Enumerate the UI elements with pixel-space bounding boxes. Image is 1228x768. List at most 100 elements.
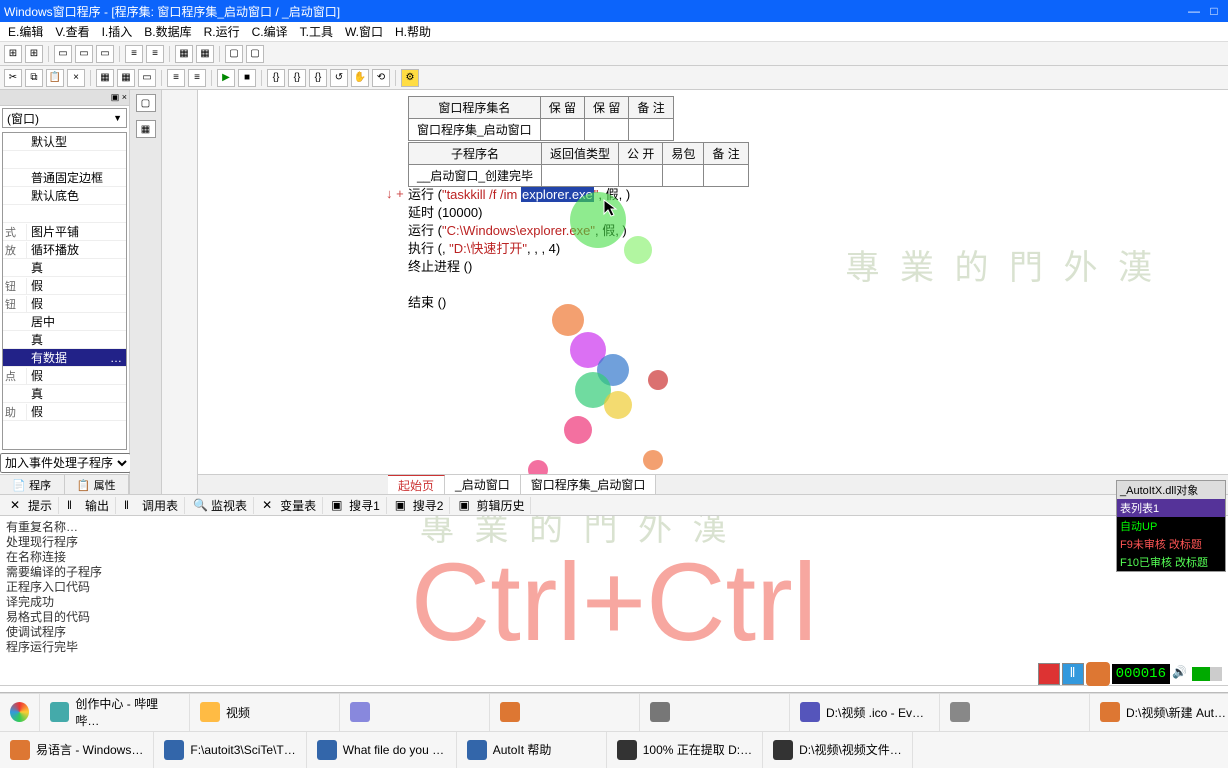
- menu-run[interactable]: R.运行: [200, 23, 244, 40]
- property-row[interactable]: 真: [3, 385, 126, 403]
- td[interactable]: [629, 119, 673, 141]
- taskbar-item[interactable]: What file do you …: [307, 732, 457, 768]
- taskbar-item[interactable]: [940, 694, 1090, 731]
- tab-hint[interactable]: ✕提示: [4, 497, 59, 514]
- taskbar-item[interactable]: 视频: [190, 694, 340, 731]
- tab-startup-window[interactable]: _启动窗口: [445, 475, 521, 494]
- tb2-btn[interactable]: ≡: [167, 69, 185, 87]
- tab-calltable[interactable]: ‖调用表: [118, 497, 185, 514]
- property-row[interactable]: 居中: [3, 313, 126, 331]
- code-editor[interactable]: 專 業 的 門 外 漢 窗口程序集名 保 留 保 留 备 注 窗口程序集_启动窗…: [198, 90, 1228, 494]
- tb1-btn[interactable]: ▢: [246, 45, 264, 63]
- tab-winset[interactable]: 窗口程序集_启动窗口: [521, 475, 657, 494]
- tab-vars[interactable]: ✕变量表: [256, 497, 323, 514]
- property-row[interactable]: 钮假: [3, 277, 126, 295]
- tb2-btn[interactable]: ▦: [96, 69, 114, 87]
- menu-window[interactable]: W.窗口: [341, 23, 387, 40]
- property-row[interactable]: [3, 205, 126, 223]
- tb1-btn[interactable]: ▭: [75, 45, 93, 63]
- property-row[interactable]: 点假: [3, 367, 126, 385]
- tb1-btn[interactable]: ▭: [54, 45, 72, 63]
- tb1-btn[interactable]: ≡: [146, 45, 164, 63]
- panel-close-icon[interactable]: ▣ ×: [111, 92, 127, 103]
- menu-view[interactable]: V.查看: [51, 23, 93, 40]
- property-list[interactable]: 默认型普通固定边框默认底色式图片平铺放循环播放真钮假钮假居中真有数据…点假真助假: [2, 132, 127, 450]
- property-row[interactable]: 有数据…: [3, 349, 126, 367]
- menu-help[interactable]: H.帮助: [391, 23, 435, 40]
- tab-watch[interactable]: 🔍监视表: [187, 497, 254, 514]
- tb1-btn[interactable]: ⊞: [25, 45, 43, 63]
- tb1-btn[interactable]: ≡: [125, 45, 143, 63]
- property-row[interactable]: 真: [3, 259, 126, 277]
- autoitx-widget[interactable]: _AutoItX.dll对象 表列表1 自动UP F9未审核 改标题 F10已审…: [1116, 480, 1226, 572]
- property-row[interactable]: 默认底色: [3, 187, 126, 205]
- td[interactable]: [540, 119, 584, 141]
- taskbar-item[interactable]: [340, 694, 490, 731]
- pause-button[interactable]: ‖: [1062, 663, 1084, 685]
- vt-icon[interactable]: ▦: [136, 120, 156, 138]
- taskbar-item[interactable]: 创作中心 - 哔哩哔…: [40, 694, 190, 731]
- menu-insert[interactable]: I.插入: [98, 23, 137, 40]
- step-in-icon[interactable]: {}: [267, 69, 285, 87]
- event-select[interactable]: 加入事件处理子程序: [0, 453, 131, 473]
- taskbar-item[interactable]: F:\autoit3\SciTe\T…: [154, 732, 306, 768]
- td[interactable]: [663, 165, 704, 187]
- tab-startpage[interactable]: 起始页: [388, 475, 445, 494]
- tb2-btn[interactable]: ⟲: [372, 69, 390, 87]
- copy-icon[interactable]: ⧉: [25, 69, 43, 87]
- property-row[interactable]: 式图片平铺: [3, 223, 126, 241]
- tab-output[interactable]: ‖输出: [61, 497, 116, 514]
- volume-bar[interactable]: [1192, 667, 1222, 681]
- recorder-overlay[interactable]: ‖ 000016 🔊: [1038, 662, 1222, 686]
- tb1-btn[interactable]: ▢: [225, 45, 243, 63]
- tb2-btn[interactable]: ≡: [188, 69, 206, 87]
- td[interactable]: __启动窗口_创建完毕: [409, 165, 542, 187]
- td[interactable]: [704, 165, 748, 187]
- tb1-btn[interactable]: ▦: [175, 45, 193, 63]
- taskbar-item[interactable]: [490, 694, 640, 731]
- step-out-icon[interactable]: {}: [309, 69, 327, 87]
- tab-search2[interactable]: ▣搜寻2: [389, 497, 451, 514]
- record-button[interactable]: [1038, 663, 1060, 685]
- tab-clip[interactable]: ▣剪辑历史: [452, 497, 531, 514]
- panel-tab-program[interactable]: 📄 程序: [0, 475, 65, 494]
- property-row[interactable]: 普通固定边框: [3, 169, 126, 187]
- step-over-icon[interactable]: {}: [288, 69, 306, 87]
- paste-icon[interactable]: 📋: [46, 69, 64, 87]
- property-row[interactable]: 真: [3, 331, 126, 349]
- taskbar-item[interactable]: 易语言 - Windows…: [0, 732, 154, 768]
- menu-tools[interactable]: T.工具: [296, 23, 337, 40]
- taskbar-item[interactable]: D:\视频\视频文件…: [763, 732, 913, 768]
- td[interactable]: [585, 119, 629, 141]
- tb2-btn[interactable]: ⚙: [401, 69, 419, 87]
- taskbar-item[interactable]: 100% 正在提取 D:…: [607, 732, 763, 768]
- chrome-icon[interactable]: [0, 694, 40, 731]
- tab-search1[interactable]: ▣搜寻1: [325, 497, 387, 514]
- tb1-btn[interactable]: ⊞: [4, 45, 22, 63]
- property-row[interactable]: [3, 151, 126, 169]
- tb2-btn[interactable]: ✋: [351, 69, 369, 87]
- tb2-btn[interactable]: ▦: [117, 69, 135, 87]
- maximize-button[interactable]: □: [1204, 4, 1224, 18]
- widget-row[interactable]: F9未审核 改标题: [1117, 535, 1225, 553]
- minimize-button[interactable]: —: [1184, 4, 1204, 18]
- tb2-btn[interactable]: ▭: [138, 69, 156, 87]
- td[interactable]: [542, 165, 619, 187]
- code-block[interactable]: 运行 ("taskkill /f /im explorer.exe", 假, )…: [408, 186, 630, 312]
- tb2-btn[interactable]: ×: [67, 69, 85, 87]
- tb1-btn[interactable]: ▦: [196, 45, 214, 63]
- tb2-btn[interactable]: ↺: [330, 69, 348, 87]
- tb1-btn[interactable]: ▭: [96, 45, 114, 63]
- menu-compile[interactable]: C.编译: [248, 23, 292, 40]
- taskbar-item[interactable]: AutoIt 帮助: [457, 732, 607, 768]
- widget-row[interactable]: 自动UP: [1117, 517, 1225, 535]
- ellipsis-button[interactable]: …: [106, 351, 126, 365]
- property-row[interactable]: 助假: [3, 403, 126, 421]
- property-row[interactable]: 默认型: [3, 133, 126, 151]
- taskbar-item[interactable]: D:\视频 .ico - Ev…: [790, 694, 940, 731]
- cut-icon[interactable]: ✂: [4, 69, 22, 87]
- stop-icon[interactable]: ■: [238, 69, 256, 87]
- panel-tab-property[interactable]: 📋 属性: [65, 475, 130, 494]
- object-select[interactable]: (窗口): [2, 108, 127, 128]
- menu-database[interactable]: B.数据库: [140, 23, 195, 40]
